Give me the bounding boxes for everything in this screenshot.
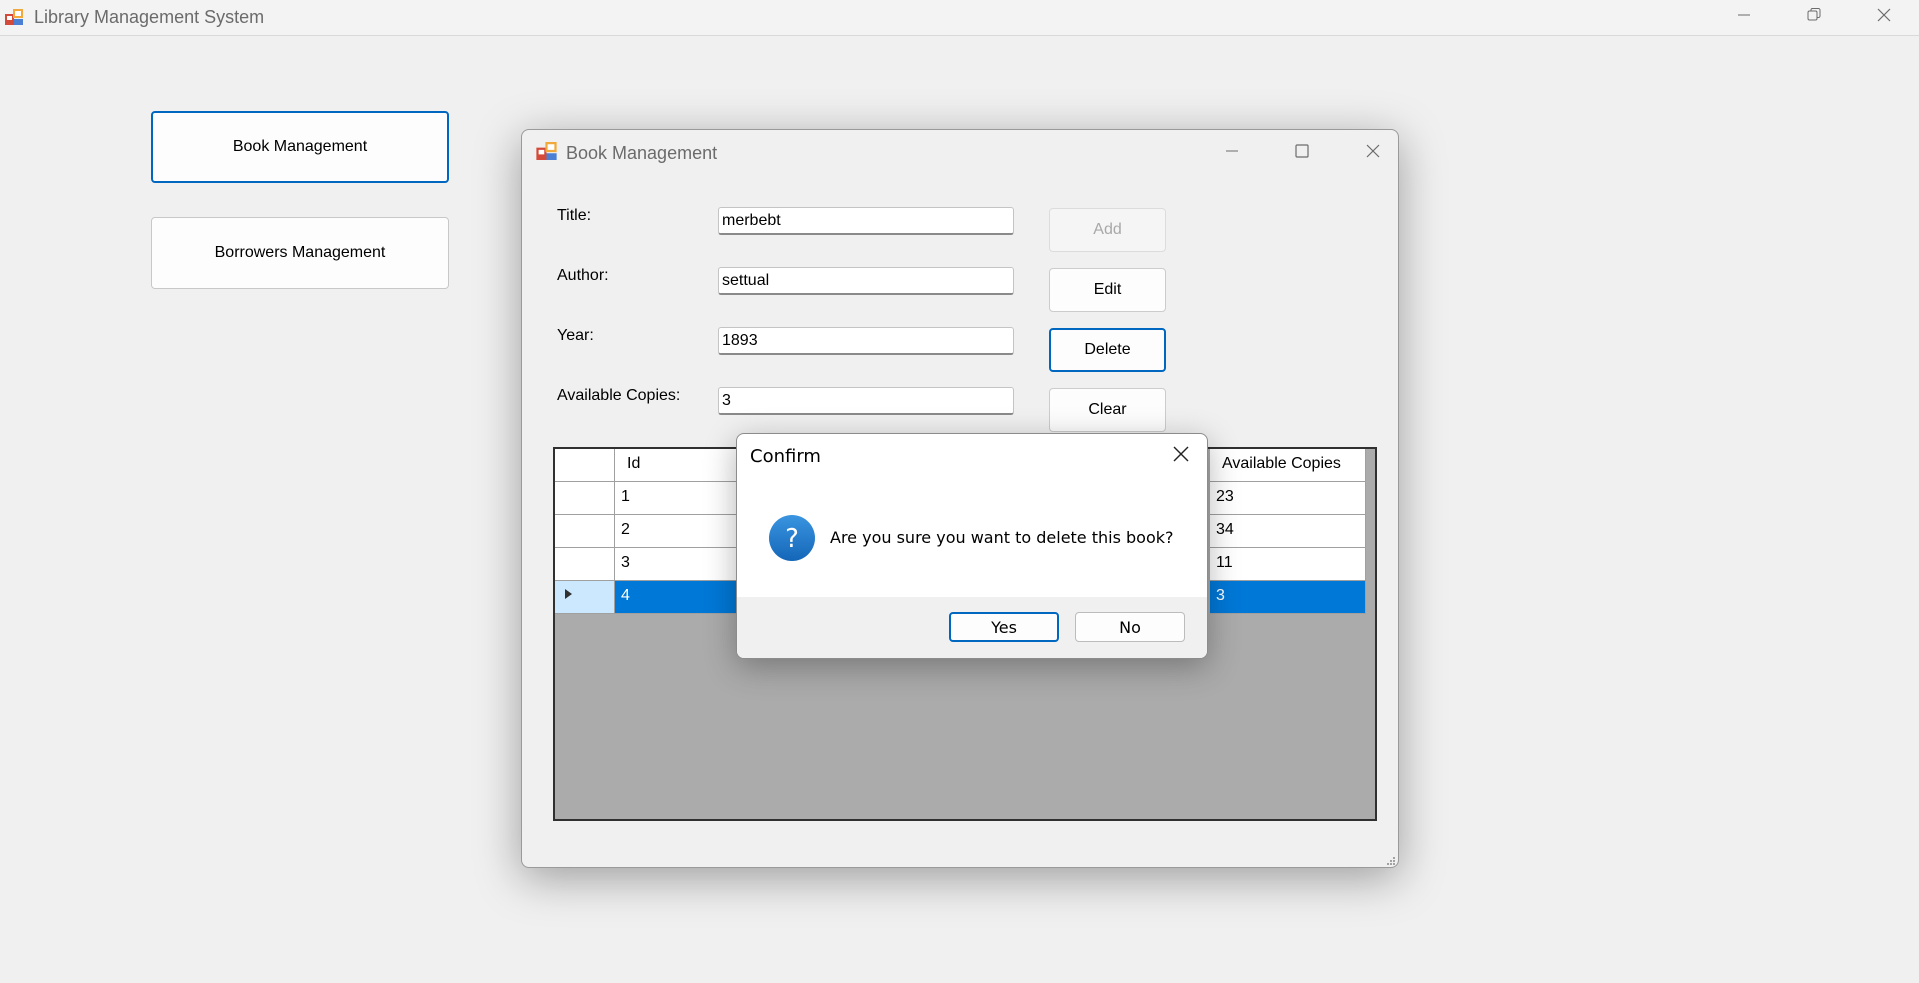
- question-icon: ?: [768, 514, 816, 562]
- dialog-button-bar: Yes No: [737, 597, 1207, 658]
- year-input[interactable]: [718, 327, 1014, 355]
- child-minimize-button[interactable]: [1212, 138, 1252, 168]
- child-app-icon: [536, 142, 557, 160]
- row-header[interactable]: [555, 515, 615, 548]
- dialog-message: Are you sure you want to delete this boo…: [830, 528, 1174, 547]
- dialog-title: Confirm: [750, 446, 821, 467]
- close-icon: [1172, 445, 1190, 468]
- svg-text:?: ?: [785, 524, 799, 554]
- row-header-selected[interactable]: [555, 581, 615, 614]
- row-header[interactable]: [555, 482, 615, 515]
- no-button[interactable]: No: [1075, 612, 1185, 642]
- clear-button[interactable]: Clear: [1049, 388, 1166, 432]
- maximize-icon: [1294, 143, 1310, 164]
- window-title: Library Management System: [34, 7, 265, 27]
- year-label: Year:: [557, 327, 594, 344]
- restore-button[interactable]: [1779, 0, 1849, 35]
- current-row-arrow-icon: [563, 588, 575, 605]
- book-management-button[interactable]: Book Management: [151, 111, 449, 183]
- cell-available-copies[interactable]: 23: [1210, 482, 1366, 515]
- child-close-button[interactable]: [1353, 138, 1393, 168]
- close-icon: [1365, 143, 1381, 164]
- row-header[interactable]: [555, 548, 615, 581]
- minimize-icon: [1736, 7, 1752, 28]
- confirm-dialog: Confirm ? Are you sure you want to delet…: [736, 433, 1208, 659]
- available-copies-label: Available Copies:: [557, 387, 681, 404]
- resize-grip-icon[interactable]: [1384, 853, 1396, 865]
- restore-icon: [1806, 7, 1822, 28]
- child-window-title: Book Management: [566, 143, 718, 163]
- dialog-close-button[interactable]: [1163, 440, 1199, 472]
- grid-corner-header[interactable]: [555, 449, 615, 482]
- cell-available-copies[interactable]: 3: [1210, 581, 1366, 614]
- borrowers-management-button[interactable]: Borrowers Management: [151, 217, 449, 289]
- add-button[interactable]: Add: [1049, 208, 1166, 252]
- yes-button[interactable]: Yes: [949, 612, 1059, 642]
- cell-available-copies[interactable]: 34: [1210, 515, 1366, 548]
- title-label: Title:: [557, 207, 592, 224]
- cell-available-copies[interactable]: 11: [1210, 548, 1366, 581]
- main-title-bar: Library Management System: [0, 0, 1919, 36]
- delete-button[interactable]: Delete: [1049, 328, 1166, 372]
- column-header-available-copies[interactable]: Available Copies: [1210, 449, 1366, 482]
- close-icon: [1876, 7, 1892, 28]
- title-input[interactable]: [718, 207, 1014, 235]
- author-label: Author:: [557, 267, 609, 284]
- available-copies-input[interactable]: [718, 387, 1014, 415]
- minimize-icon: [1224, 143, 1240, 164]
- edit-button[interactable]: Edit: [1049, 268, 1166, 312]
- app-icon: [5, 9, 23, 25]
- close-button[interactable]: [1849, 0, 1919, 35]
- minimize-button[interactable]: [1709, 0, 1779, 35]
- author-input[interactable]: [718, 267, 1014, 295]
- child-maximize-button[interactable]: [1282, 138, 1322, 168]
